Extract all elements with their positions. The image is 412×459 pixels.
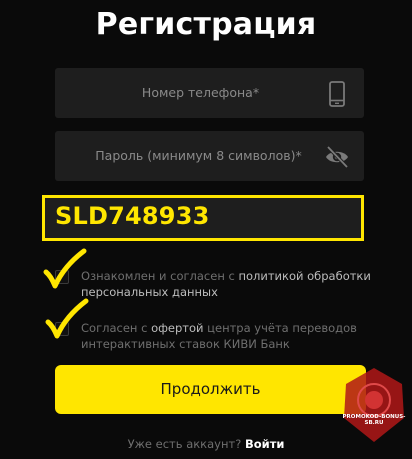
smartphone-icon xyxy=(329,81,345,107)
yellow-checkmark-icon xyxy=(43,248,87,289)
continue-button[interactable]: Продолжить xyxy=(55,365,366,414)
consent-privacy-label: Ознакомлен и согласен с xyxy=(81,269,239,283)
registration-page: Регистрация Номер телефона* Пароль (мини… xyxy=(0,0,412,459)
phone-field[interactable]: Номер телефона* xyxy=(55,68,364,118)
page-title: Регистрация xyxy=(95,7,317,42)
eye-off-icon[interactable] xyxy=(324,144,350,170)
promo-code-value: SLD748933 xyxy=(55,202,210,230)
promo-code-field[interactable]: SLD748933 xyxy=(42,195,364,241)
password-field[interactable]: Пароль (минимум 8 символов)* xyxy=(55,131,364,181)
yellow-checkmark-icon xyxy=(45,298,89,339)
watermark-stamp-icon xyxy=(344,368,404,442)
phone-placeholder: Номер телефона* xyxy=(141,85,260,100)
offer-link[interactable]: офертой xyxy=(151,321,203,335)
watermark-text: PROMOKOD-BONUS-SB.RU xyxy=(342,414,406,426)
consent-offer-text: Согласен с офертой центра учёта переводо… xyxy=(81,320,381,352)
consent-offer-label: Согласен с xyxy=(81,321,152,335)
password-placeholder: Пароль (минимум 8 символов)* xyxy=(95,148,302,163)
consent-privacy-text: Ознакомлен и согласен с политикой обрабо… xyxy=(81,268,381,300)
login-link[interactable]: Войти xyxy=(245,437,284,451)
footer-question: Уже есть аккаунт? xyxy=(127,437,245,451)
